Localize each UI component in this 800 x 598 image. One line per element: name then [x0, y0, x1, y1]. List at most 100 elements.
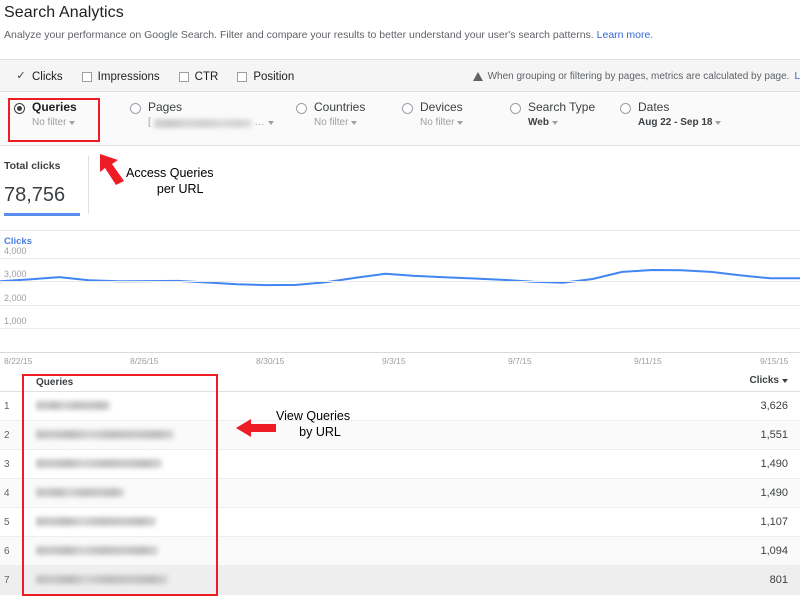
- chart-x-axis: [0, 352, 800, 353]
- table-row[interactable]: 6 1,094: [0, 537, 800, 566]
- total-clicks-underline: [4, 213, 80, 216]
- row-clicks: 1,107: [760, 516, 788, 528]
- redacted-query-text: [36, 430, 174, 439]
- dimension-label: Countries: [314, 100, 366, 114]
- row-query[interactable]: [24, 484, 690, 502]
- chevron-down-icon[interactable]: [69, 121, 76, 125]
- metric-checkbox-clicks[interactable]: ✓ Clicks: [16, 71, 62, 83]
- dimension-label: Devices: [420, 100, 463, 114]
- chevron-down-icon[interactable]: [351, 121, 358, 125]
- warning-icon: [472, 72, 483, 81]
- chart-x-tick-label: 8/30/15: [256, 356, 285, 366]
- chart-y-tick-label: 3,000: [4, 269, 27, 280]
- dimension-filter-value[interactable]: [...: [148, 117, 274, 129]
- row-query[interactable]: [24, 455, 690, 473]
- checkbox-icon[interactable]: [81, 71, 92, 82]
- sort-descending-icon[interactable]: [782, 378, 788, 383]
- column-header-clicks[interactable]: Clicks: [690, 375, 800, 386]
- metric-checkbox-position[interactable]: Position: [237, 71, 294, 83]
- chart-x-tick-label: 8/26/15: [130, 356, 159, 366]
- learn-more-link[interactable]: Learn more.: [597, 29, 654, 41]
- row-clicks: 1,490: [760, 487, 788, 499]
- row-query[interactable]: [24, 513, 690, 531]
- clicks-chart: Clicks 1,000 2,000 3,000 4,000 8/22/15 8/26/…: [0, 232, 800, 370]
- chevron-down-icon[interactable]: [457, 121, 464, 125]
- dimension-pages[interactable]: Pages [...: [130, 100, 274, 129]
- metric-checkbox-group: ✓ Clicks Impressions CTR Position: [16, 60, 294, 93]
- dimension-selector-bar: Queries No filter Pages [... Countries No fil…: [0, 92, 800, 146]
- queries-table: Queries Clicks 1 3,626 2 1,551 3 1,490 4 1,490 5 1,…: [0, 370, 800, 598]
- dimension-filter-value[interactable]: Aug 22 - Sep 18: [638, 117, 722, 129]
- column-header-queries[interactable]: Queries: [24, 372, 690, 390]
- chart-line-series: [0, 246, 800, 352]
- dimension-filter-value[interactable]: No filter: [420, 117, 464, 129]
- total-clicks-value: 78,756: [4, 184, 66, 206]
- row-query[interactable]: [24, 426, 690, 444]
- dimension-countries[interactable]: Countries No filter: [296, 100, 365, 129]
- table-row[interactable]: 2 1,551: [0, 421, 800, 450]
- table-row[interactable]: 1 3,626: [0, 392, 800, 421]
- radio-icon[interactable]: [130, 103, 141, 114]
- annotation-text-view-queries: View Queries by URL: [276, 409, 351, 439]
- chart-gridline: [0, 304, 800, 306]
- dimension-devices[interactable]: Devices No filter: [402, 100, 464, 129]
- metric-toggle-bar: ✓ Clicks Impressions CTR Position When group…: [0, 59, 800, 92]
- row-clicks: 1,094: [760, 545, 788, 557]
- annotation-text-access-queries: Access Queries per URL: [126, 166, 214, 196]
- row-query[interactable]: [24, 397, 690, 415]
- radio-icon[interactable]: [402, 103, 413, 114]
- dimension-filter-text: No filter: [420, 117, 455, 128]
- checkbox-icon[interactable]: [178, 71, 189, 82]
- dimension-search-type[interactable]: Search Type Web: [510, 100, 595, 129]
- check-icon[interactable]: ✓: [16, 71, 26, 82]
- ellipsis: ...: [254, 117, 265, 128]
- redacted-url-value: [153, 118, 252, 128]
- dimension-filter-value[interactable]: Web: [528, 117, 595, 129]
- table-row[interactable]: 4 1,490: [0, 479, 800, 508]
- redacted-query-text: [36, 546, 158, 555]
- metric-checkbox-impressions[interactable]: Impressions: [81, 70, 160, 83]
- dimension-filter-text: Aug 22 - Sep 18: [638, 117, 713, 128]
- metric-checkbox-ctr[interactable]: CTR: [178, 71, 218, 83]
- table-row[interactable]: 7 801: [0, 566, 800, 595]
- total-clicks-card[interactable]: Total clicks 78,756: [4, 160, 80, 216]
- redacted-query-text: [36, 459, 162, 468]
- notice-link[interactable]: L: [794, 71, 800, 82]
- metric-label: Position: [253, 70, 295, 83]
- metric-label: Impressions: [97, 70, 160, 83]
- chevron-down-icon[interactable]: [551, 121, 558, 125]
- radio-icon[interactable]: [620, 103, 631, 114]
- chart-x-tick-label: 9/3/15: [382, 356, 406, 366]
- chart-x-tick-label: 8/22/15: [4, 356, 33, 366]
- notice-text: When grouping or filtering by pages, met…: [487, 71, 790, 82]
- dimension-label: Dates: [638, 100, 670, 114]
- column-header-queries-label: Queries: [36, 376, 74, 388]
- dimension-filter-text: No filter: [314, 117, 349, 128]
- dimension-filter-value[interactable]: No filter: [32, 117, 77, 129]
- checkbox-icon[interactable]: [237, 71, 248, 82]
- chart-gridline: [0, 257, 800, 259]
- chart-x-tick-label: 9/11/15: [634, 356, 662, 366]
- radio-icon[interactable]: [14, 103, 25, 114]
- table-row[interactable]: 3 1,490: [0, 450, 800, 479]
- redacted-query-text: [36, 401, 110, 410]
- chart-y-tick-label: 2,000: [4, 292, 27, 303]
- radio-icon[interactable]: [296, 103, 307, 114]
- table-row[interactable]: 5 1,107: [0, 508, 800, 537]
- chevron-down-icon[interactable]: [267, 121, 274, 125]
- column-header-clicks-label: Clicks: [749, 375, 779, 386]
- totals-divider: [88, 156, 89, 214]
- chart-x-tick-label: 9/15/15: [760, 356, 789, 366]
- dimension-filter-value[interactable]: No filter: [314, 117, 365, 129]
- page-subtitle-text: Analyze your performance on Google Searc…: [4, 29, 594, 41]
- row-query[interactable]: [24, 542, 690, 560]
- chevron-down-icon[interactable]: [715, 121, 722, 125]
- dimension-dates[interactable]: Dates Aug 22 - Sep 18: [620, 100, 722, 129]
- radio-icon[interactable]: [510, 103, 521, 114]
- row-query[interactable]: [24, 571, 690, 589]
- row-clicks: 801: [769, 574, 788, 586]
- url-bracket: [: [148, 117, 151, 128]
- dimension-queries[interactable]: Queries No filter: [14, 100, 77, 129]
- row-index: 4: [4, 487, 10, 499]
- search-analytics-page: Search Analytics Analyze your performanc…: [0, 0, 800, 598]
